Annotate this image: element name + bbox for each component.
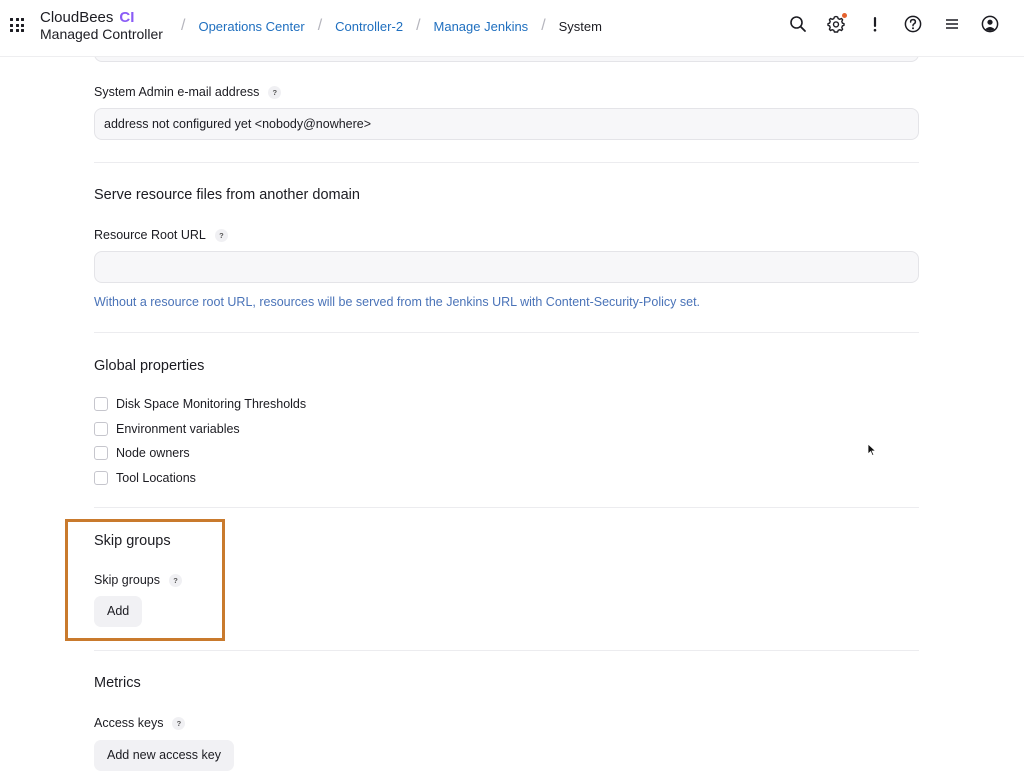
breadcrumb-system: System: [558, 18, 602, 34]
resource-root-hint: Without a resource root URL, resources w…: [94, 295, 701, 309]
admin-email-label-row: System Admin e-mail address ?: [94, 85, 282, 99]
access-keys-label: Access keys: [94, 716, 164, 730]
breadcrumb: / Operations Center / Controller-2 / Man…: [168, 17, 602, 35]
checkbox-label: Tool Locations: [116, 471, 196, 485]
checkbox-box[interactable]: [94, 471, 108, 485]
breadcrumb-manage-jenkins[interactable]: Manage Jenkins: [434, 19, 529, 34]
resource-root-url-input[interactable]: [94, 251, 919, 283]
breadcrumb-controller[interactable]: Controller-2: [335, 19, 403, 34]
breadcrumb-separator: /: [317, 17, 323, 34]
admin-email-label: System Admin e-mail address: [94, 85, 260, 99]
settings-icon[interactable]: [826, 13, 847, 34]
brand-name: CloudBees: [40, 9, 114, 26]
section-divider: [94, 650, 919, 651]
section-divider: [94, 162, 919, 163]
skip-groups-section-title: Skip groups: [94, 533, 171, 549]
checkbox-node-owners[interactable]: Node owners: [94, 446, 190, 460]
add-access-key-button[interactable]: Add new access key: [94, 740, 234, 771]
user-icon[interactable]: [980, 14, 1000, 34]
checkbox-label: Environment variables: [116, 422, 240, 436]
brand-logo[interactable]: CloudBees CI Managed Controller: [40, 10, 163, 43]
menu-icon[interactable]: [942, 14, 962, 34]
admin-email-input[interactable]: [94, 108, 919, 140]
skip-groups-label-row: Skip groups ?: [94, 573, 183, 587]
resource-root-label-row: Resource Root URL ?: [94, 228, 228, 242]
checkbox-box[interactable]: [94, 397, 108, 411]
section-divider: [94, 332, 919, 333]
resource-root-section-title: Serve resource files from another domain: [94, 187, 360, 203]
notification-dot: [842, 13, 847, 18]
metrics-section-title: Metrics: [94, 675, 141, 691]
mouse-cursor-icon: [867, 443, 877, 457]
breadcrumb-operations-center[interactable]: Operations Center: [198, 19, 304, 34]
admin-email-help-icon[interactable]: ?: [268, 85, 282, 99]
checkbox-box[interactable]: [94, 446, 108, 460]
access-keys-help-icon[interactable]: ?: [172, 716, 186, 730]
search-icon[interactable]: [788, 14, 808, 34]
checkbox-tool-locations[interactable]: Tool Locations: [94, 471, 196, 485]
checkbox-label: Node owners: [116, 446, 190, 460]
skip-groups-help-icon[interactable]: ?: [169, 573, 183, 587]
checkbox-label: Disk Space Monitoring Thresholds: [116, 397, 307, 411]
section-divider: [94, 507, 919, 508]
resource-root-help-icon[interactable]: ?: [214, 228, 228, 242]
header-actions: [769, 13, 1000, 34]
top-header: CloudBees CI Managed Controller / Operati…: [0, 0, 1024, 57]
breadcrumb-separator: /: [181, 17, 186, 34]
apps-grid-icon[interactable]: [10, 18, 24, 32]
resource-root-label: Resource Root URL: [94, 228, 206, 242]
global-properties-section-title: Global properties: [94, 358, 205, 374]
checkbox-box[interactable]: [94, 422, 108, 436]
skip-groups-label: Skip groups: [94, 573, 161, 587]
checkbox-disk-space-monitoring[interactable]: Disk Space Monitoring Thresholds: [94, 397, 306, 411]
breadcrumb-separator: /: [541, 17, 546, 34]
alert-icon[interactable]: [865, 14, 885, 34]
help-icon[interactable]: [903, 14, 923, 34]
brand-name-line: CloudBees CI: [40, 10, 163, 26]
brand-subtitle: Managed Controller: [40, 26, 163, 42]
skip-groups-add-button[interactable]: Add: [94, 596, 143, 627]
brand-ci: CI: [119, 9, 135, 26]
breadcrumb-separator: /: [416, 17, 421, 34]
access-keys-label-row: Access keys ?: [94, 716, 186, 730]
checkbox-environment-variables[interactable]: Environment variables: [94, 422, 240, 436]
